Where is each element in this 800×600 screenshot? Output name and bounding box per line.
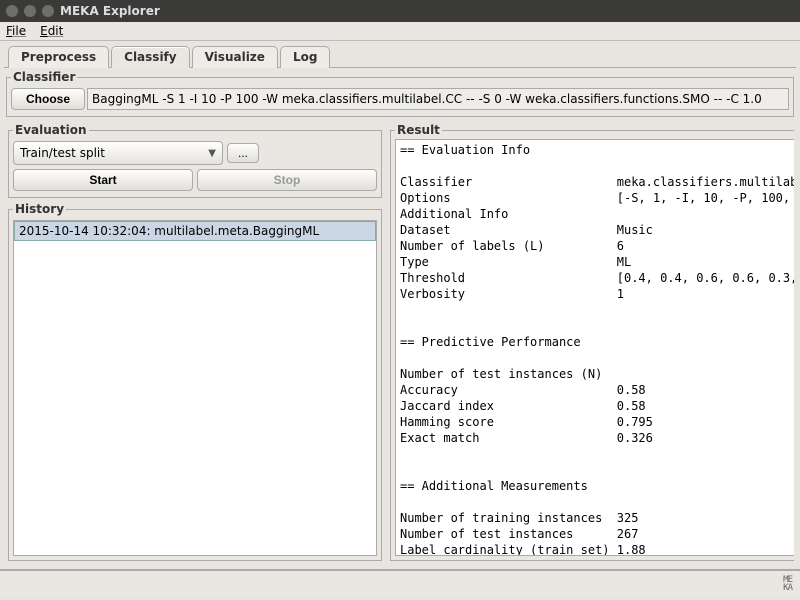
window-title: MEKA Explorer bbox=[60, 4, 160, 18]
history-panel: History 2015-10-14 10:32:04: multilabel.… bbox=[8, 202, 382, 561]
history-item[interactable]: 2015-10-14 10:32:04: multilabel.meta.Bag… bbox=[14, 221, 376, 241]
history-legend: History bbox=[13, 202, 66, 216]
menu-file[interactable]: File bbox=[6, 24, 26, 38]
titlebar: MEKA Explorer bbox=[0, 0, 800, 22]
minimize-icon[interactable] bbox=[24, 5, 36, 17]
evaluation-mode-combo[interactable]: Train/test split ▼ bbox=[13, 141, 223, 165]
tab-log[interactable]: Log bbox=[280, 46, 330, 68]
evaluation-options-button[interactable]: ... bbox=[227, 143, 259, 163]
classifier-string-text: BaggingML -S 1 -I 10 -P 100 -W meka.clas… bbox=[92, 92, 762, 106]
menu-edit[interactable]: Edit bbox=[40, 24, 63, 38]
result-text-content: == Evaluation Info Classifier meka.class… bbox=[400, 143, 794, 556]
classifier-string[interactable]: BaggingML -S 1 -I 10 -P 100 -W meka.clas… bbox=[87, 88, 789, 110]
history-list[interactable]: 2015-10-14 10:32:04: multilabel.meta.Bag… bbox=[13, 220, 377, 556]
classifier-panel: Classifier Choose BaggingML -S 1 -I 10 -… bbox=[6, 70, 794, 117]
choose-button[interactable]: Choose bbox=[11, 88, 85, 110]
stop-button: Stop bbox=[197, 169, 377, 191]
result-text[interactable]: == Evaluation Info Classifier meka.class… bbox=[395, 139, 794, 556]
result-legend: Result bbox=[395, 123, 442, 137]
meka-logo: ME KA bbox=[783, 576, 792, 592]
classifier-legend: Classifier bbox=[11, 70, 77, 84]
evaluation-legend: Evaluation bbox=[13, 123, 89, 137]
result-panel: Result == Evaluation Info Classifier mek… bbox=[390, 123, 794, 561]
close-icon[interactable] bbox=[6, 5, 18, 17]
menubar: File Edit bbox=[0, 22, 800, 41]
chevron-down-icon: ▼ bbox=[208, 148, 216, 159]
tab-preprocess[interactable]: Preprocess bbox=[8, 46, 109, 68]
evaluation-mode-label: Train/test split bbox=[20, 146, 105, 160]
evaluation-panel: Evaluation Train/test split ▼ ... Start … bbox=[8, 123, 382, 198]
statusbar: ME KA bbox=[0, 569, 800, 597]
tab-visualize[interactable]: Visualize bbox=[192, 46, 278, 68]
tab-classify[interactable]: Classify bbox=[111, 46, 189, 68]
start-button[interactable]: Start bbox=[13, 169, 193, 191]
tabs: Preprocess Classify Visualize Log bbox=[4, 45, 796, 68]
maximize-icon[interactable] bbox=[42, 5, 54, 17]
